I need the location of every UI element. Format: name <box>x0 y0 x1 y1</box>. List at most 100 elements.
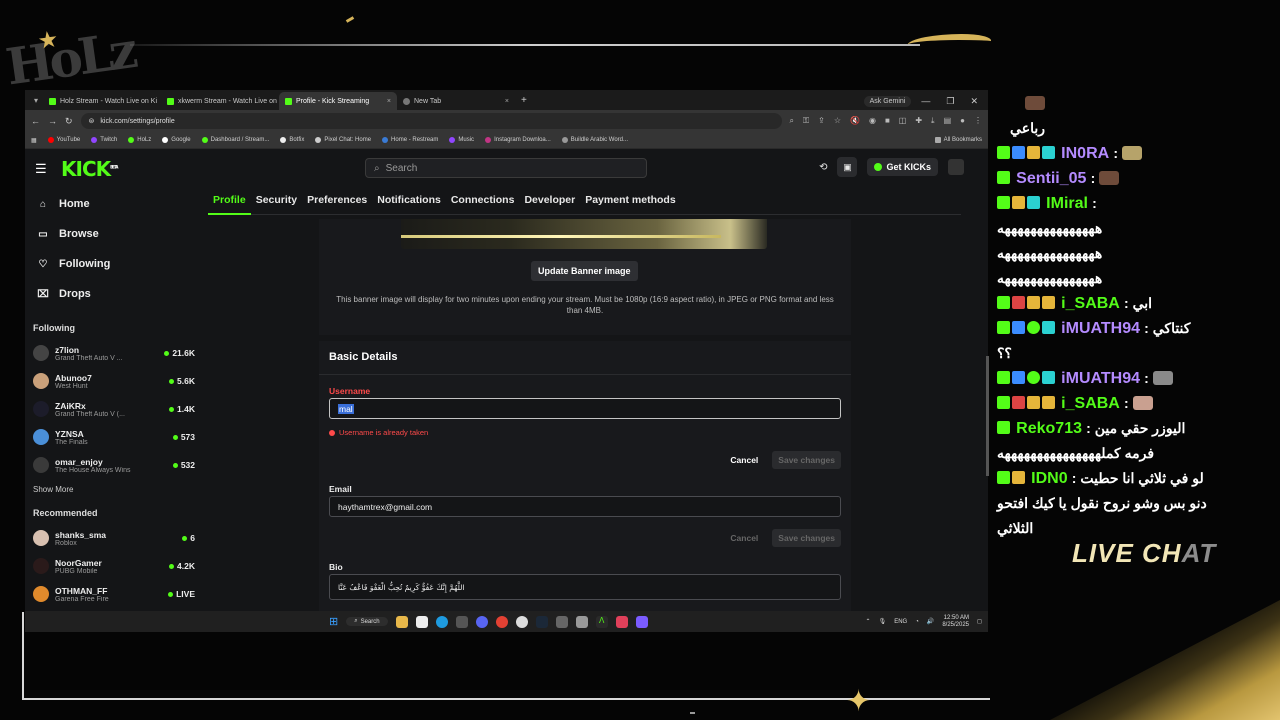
username-field[interactable]: mal <box>329 398 841 419</box>
dashboard-icon[interactable]: ▣ <box>837 157 858 177</box>
minimize-icon[interactable]: — <box>921 92 930 110</box>
discord-icon[interactable] <box>475 615 488 628</box>
sidebar-icon[interactable]: ▤ <box>944 116 952 126</box>
app-icon[interactable] <box>455 615 468 628</box>
bookmark-item[interactable]: Pixel Chat: Home <box>315 137 371 143</box>
bookmark-item[interactable]: HoLz <box>128 137 151 143</box>
new-tab-icon[interactable]: + <box>515 92 533 110</box>
sidebar-item-drops[interactable]: ⌧ Drops <box>33 279 195 309</box>
bookmark-item[interactable]: Music <box>449 137 474 143</box>
back-icon[interactable]: ← <box>31 116 40 126</box>
bookmark-item[interactable]: Buildle Arabic Word... <box>561 137 628 143</box>
tab-search-icon[interactable]: ▾ <box>29 92 43 110</box>
app-icon[interactable] <box>555 615 568 628</box>
steam-icon[interactable] <box>535 615 548 628</box>
wifi-icon[interactable]: ◔ <box>915 619 919 625</box>
email-field[interactable]: haythamtrex@gmail.com <box>329 496 841 517</box>
tab-xkwerm-stream[interactable]: xkwerm Stream - Watch Live on× <box>161 92 279 110</box>
cancel-button[interactable]: Cancel <box>724 451 764 469</box>
tab-developer[interactable]: Developer <box>519 189 580 214</box>
site-info-icon[interactable]: ⊜ <box>89 117 95 125</box>
download-icon[interactable]: ⤓ <box>931 116 935 126</box>
kick-logo[interactable]: KICKBETA <box>61 157 118 181</box>
avatar[interactable] <box>948 159 964 175</box>
search-input[interactable]: ⌕ Search <box>365 158 647 178</box>
channel-item[interactable]: Abunoo7 West Hunt 5.6K <box>33 367 195 395</box>
tab-notifications[interactable]: Notifications <box>372 189 446 214</box>
tab-payment-methods[interactable]: Payment methods <box>580 189 680 214</box>
bookmark-item[interactable]: Twitch <box>91 137 117 143</box>
tab-security[interactable]: Security <box>251 189 302 214</box>
extension-icon[interactable]: ◫ <box>899 116 907 126</box>
bookmark-item[interactable]: Instagram Downloa... <box>485 137 551 143</box>
bookmark-item[interactable]: Google <box>162 137 191 143</box>
share-icon[interactable]: ⇪ <box>818 116 825 126</box>
extension-icon[interactable]: ◉ <box>869 116 876 126</box>
channel-item[interactable]: OTHMAN_FF Garena Free Fire LIVE <box>33 580 195 608</box>
edge-icon[interactable] <box>435 615 448 628</box>
language-indicator[interactable]: ENG <box>894 619 907 625</box>
bio-field[interactable]: اللَّهُمَّ إِنَّكَ عَفُوٌّ كَرِيمٌ تُحِب… <box>329 574 841 600</box>
store-icon[interactable] <box>415 615 428 628</box>
menu-icon[interactable]: ⋮ <box>974 116 982 126</box>
close-window-icon[interactable]: ✕ <box>970 92 978 110</box>
file-explorer-icon[interactable] <box>395 615 408 628</box>
channel-item[interactable]: NoorGamer PUBG Mobile 4.2K <box>33 552 195 580</box>
volume-icon[interactable]: 🔊 <box>927 618 934 625</box>
sidebar-item-home[interactable]: ⌂ Home <box>33 189 195 219</box>
clock[interactable]: 12:50 AM 8/25/2025 <box>942 615 969 629</box>
bookmark-item[interactable]: Home - Restream <box>382 137 438 143</box>
url-field[interactable]: ⊜ kick.com/settings/profile <box>80 113 782 129</box>
channel-item[interactable]: shanks_sma Roblox 6 <box>33 524 195 552</box>
bookmark-item[interactable]: Dashboard / Stream... <box>201 137 269 143</box>
bookmark-item[interactable]: YouTube <box>47 137 80 143</box>
channel-item[interactable]: z7lion Grand Theft Auto V ... 21.6K <box>33 339 195 367</box>
save-changes-button[interactable]: Save changes <box>772 451 841 469</box>
notification-icon[interactable]: ◻ <box>977 618 982 625</box>
all-bookmarks-button[interactable]: All Bookmarks <box>934 137 982 143</box>
zoom-icon[interactable]: ⌕ <box>790 116 794 126</box>
profile-icon[interactable]: ● <box>960 116 965 126</box>
app-icon[interactable] <box>615 615 628 628</box>
app-icon[interactable] <box>575 615 588 628</box>
tab-profile-kick[interactable]: Profile - Kick Streaming × <box>279 92 397 110</box>
tab-connections[interactable]: Connections <box>446 189 520 214</box>
get-kicks-button[interactable]: Get KICKs <box>867 158 938 176</box>
random-stream-icon[interactable]: ⟲ <box>819 162 827 173</box>
mic-icon[interactable]: 🎙 <box>879 618 887 625</box>
maximize-icon[interactable]: ❐ <box>946 92 954 110</box>
update-banner-button[interactable]: Update Banner image <box>531 261 638 281</box>
bookmark-item[interactable]: Botfix <box>280 137 304 143</box>
tab-holz-stream[interactable]: Holz Stream - Watch Live on Ki× <box>43 92 161 110</box>
settings-icon[interactable] <box>515 615 528 628</box>
ask-gemini-button[interactable]: Ask Gemini <box>863 96 912 107</box>
forward-icon[interactable]: → <box>48 116 57 126</box>
channel-item[interactable]: ZAiKRx Grand Theft Auto V (... 1.4K <box>33 395 195 423</box>
app-icon[interactable]: Λ <box>595 615 608 628</box>
app-icon[interactable] <box>635 615 648 628</box>
close-icon[interactable]: × <box>505 98 509 105</box>
save-changes-button[interactable]: Save changes <box>772 529 841 547</box>
apps-icon[interactable]: ▦ <box>31 137 37 144</box>
channel-item[interactable]: omar_enjoy The House Always Wins 532 <box>33 451 195 479</box>
password-icon[interactable]: ⚿ <box>803 116 809 126</box>
chevron-up-icon[interactable]: ⌃ <box>866 618 871 625</box>
chrome-icon[interactable] <box>495 615 508 628</box>
tab-new-tab[interactable]: New Tab × <box>397 92 515 110</box>
show-more-link[interactable]: Show More <box>33 485 195 494</box>
windows-start-icon[interactable]: ⊞ <box>329 615 338 628</box>
record-icon[interactable]: ■ <box>885 116 890 126</box>
puzzle-icon[interactable]: ✚ <box>915 116 922 126</box>
sidebar-item-following[interactable]: ♡ Following <box>33 249 195 279</box>
tab-preferences[interactable]: Preferences <box>302 189 372 214</box>
cancel-button[interactable]: Cancel <box>724 529 764 547</box>
tab-profile[interactable]: Profile <box>208 189 251 215</box>
reload-icon[interactable]: ↻ <box>65 116 73 127</box>
channel-item[interactable]: YZNSA The Finals 573 <box>33 423 195 451</box>
close-icon[interactable]: × <box>387 98 391 105</box>
hamburger-menu-icon[interactable]: ☰ <box>35 161 61 177</box>
taskbar-search[interactable]: ⌕ Search <box>346 617 388 626</box>
sidebar-item-browse[interactable]: ▭ Browse <box>33 219 195 249</box>
bookmark-star-icon[interactable]: ☆ <box>834 116 841 126</box>
mute-icon[interactable]: 🔇 <box>850 116 860 126</box>
